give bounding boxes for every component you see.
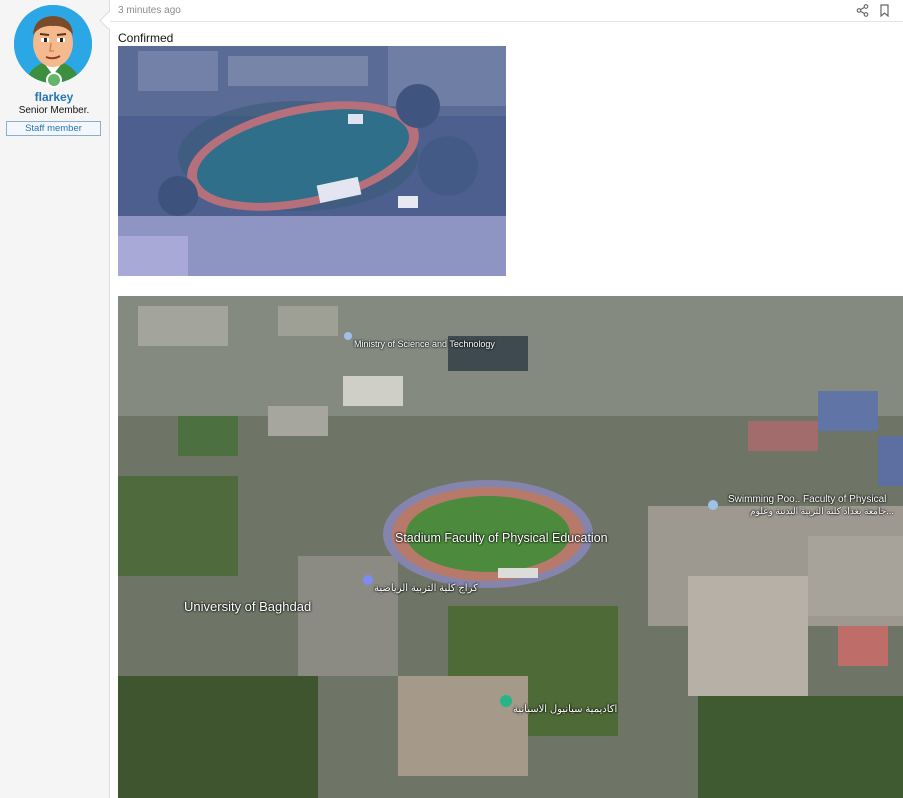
map-label-stadium-arabic[interactable]: كراج كلية التربية الرياضية [374, 583, 478, 594]
user-title: Senior Member. [18, 105, 90, 116]
post-message-text: Confirmed [118, 31, 174, 45]
map-label-ministry[interactable]: Ministry of Science and Technology [354, 339, 495, 349]
post-header: 3 minutes ago [110, 0, 903, 22]
map-label-swimming-pool[interactable]: Swimming Poo.. Faculty of Physical [728, 494, 886, 505]
satellite-map-image[interactable]: Ministry of Science and Technology Stadi… [118, 296, 903, 798]
map-label-academy[interactable]: اكاديمية سيانيول الاسبانية [513, 704, 617, 715]
map-label-swimming-arabic[interactable]: جامعة بغداد كلية التربية البدنية وعلوم..… [750, 506, 894, 517]
bookmark-icon[interactable] [878, 4, 891, 18]
share-icon[interactable] [856, 4, 869, 17]
post-timestamp[interactable]: 3 minutes ago [118, 5, 181, 16]
online-status-icon [46, 72, 62, 88]
username-link[interactable]: flarkey [0, 90, 108, 104]
user-info-panel: flarkey Senior Member. Staff member [0, 0, 110, 798]
historic-aerial-photo[interactable] [118, 46, 506, 276]
staff-badge: Staff member [6, 121, 101, 136]
map-label-stadium[interactable]: Stadium Faculty of Physical Education [395, 531, 608, 545]
map-label-university[interactable]: University of Baghdad [184, 599, 311, 614]
